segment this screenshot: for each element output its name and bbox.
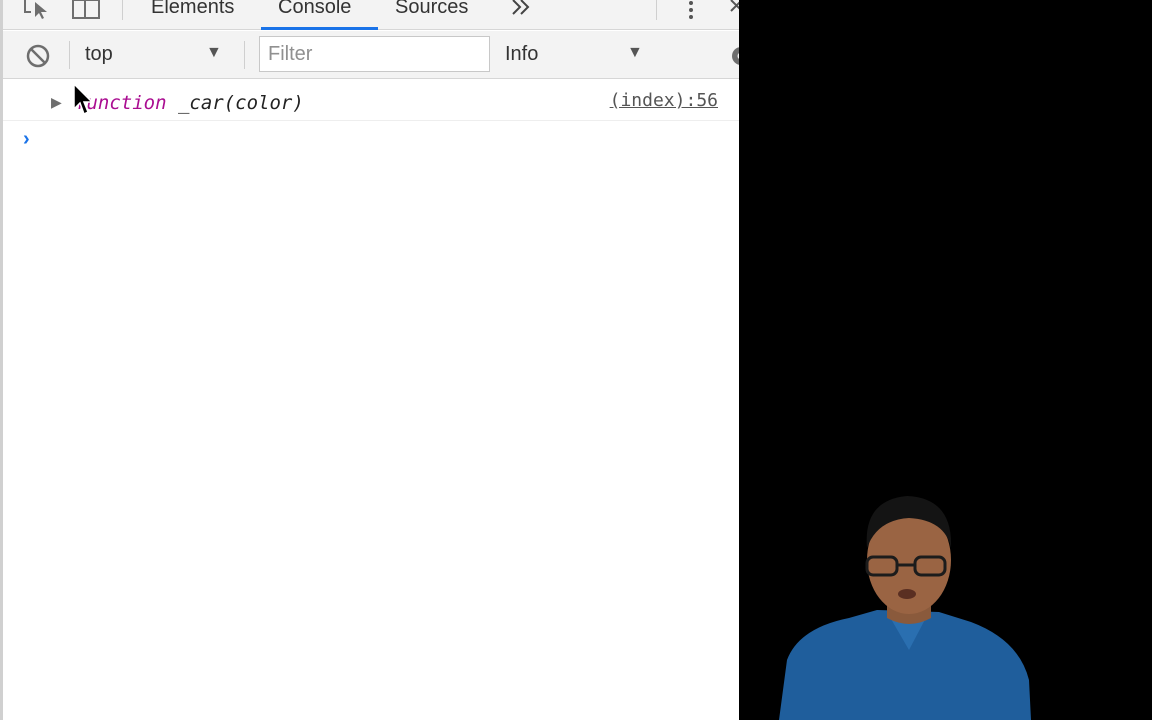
clear-console-icon[interactable] — [25, 43, 51, 74]
source-link[interactable]: (index):56 — [610, 90, 718, 111]
presenter-image — [779, 496, 1031, 720]
filter-input[interactable] — [259, 36, 490, 72]
chevron-down-icon: ▼ — [206, 44, 222, 61]
vertical-dots-icon[interactable] — [687, 0, 695, 22]
devtools-tabbar: Elements Console Sources — [3, 0, 739, 30]
toolbar-divider — [69, 41, 70, 69]
tabbar-divider-right — [656, 0, 657, 20]
active-tab-indicator — [261, 27, 378, 30]
close-icon[interactable] — [729, 0, 739, 20]
console-message-text[interactable]: function _car(color) — [75, 92, 304, 114]
toolbar-divider-2 — [244, 41, 245, 69]
tab-sources[interactable]: Sources — [395, 0, 468, 25]
log-level-label: Info — [505, 43, 539, 65]
double-chevron-right-icon[interactable] — [510, 0, 532, 20]
mouse-pointer-icon — [73, 82, 95, 122]
webcam-video — [739, 0, 1152, 720]
function-signature: _car(color) — [166, 92, 304, 114]
device-toolbar-icon[interactable] — [71, 0, 101, 22]
inspect-element-icon[interactable] — [23, 0, 51, 22]
tabbar-divider — [122, 0, 123, 20]
console-prompt[interactable]: › — [23, 128, 30, 151]
devtools-panel: Elements Console Sources top ▼ Filter In… — [0, 0, 739, 720]
console-toolbar: top ▼ Info ▼ — [3, 31, 739, 79]
tab-console[interactable]: Console — [278, 0, 351, 25]
chevron-down-icon: ▼ — [627, 44, 643, 61]
expand-triangle-icon[interactable]: ▶ — [51, 94, 62, 111]
gear-icon[interactable] — [727, 43, 739, 74]
tab-elements[interactable]: Elements — [151, 0, 234, 25]
console-message[interactable]: ▶ function _car(color) (index):56 — [3, 80, 739, 121]
context-selector-label: top — [85, 43, 113, 65]
